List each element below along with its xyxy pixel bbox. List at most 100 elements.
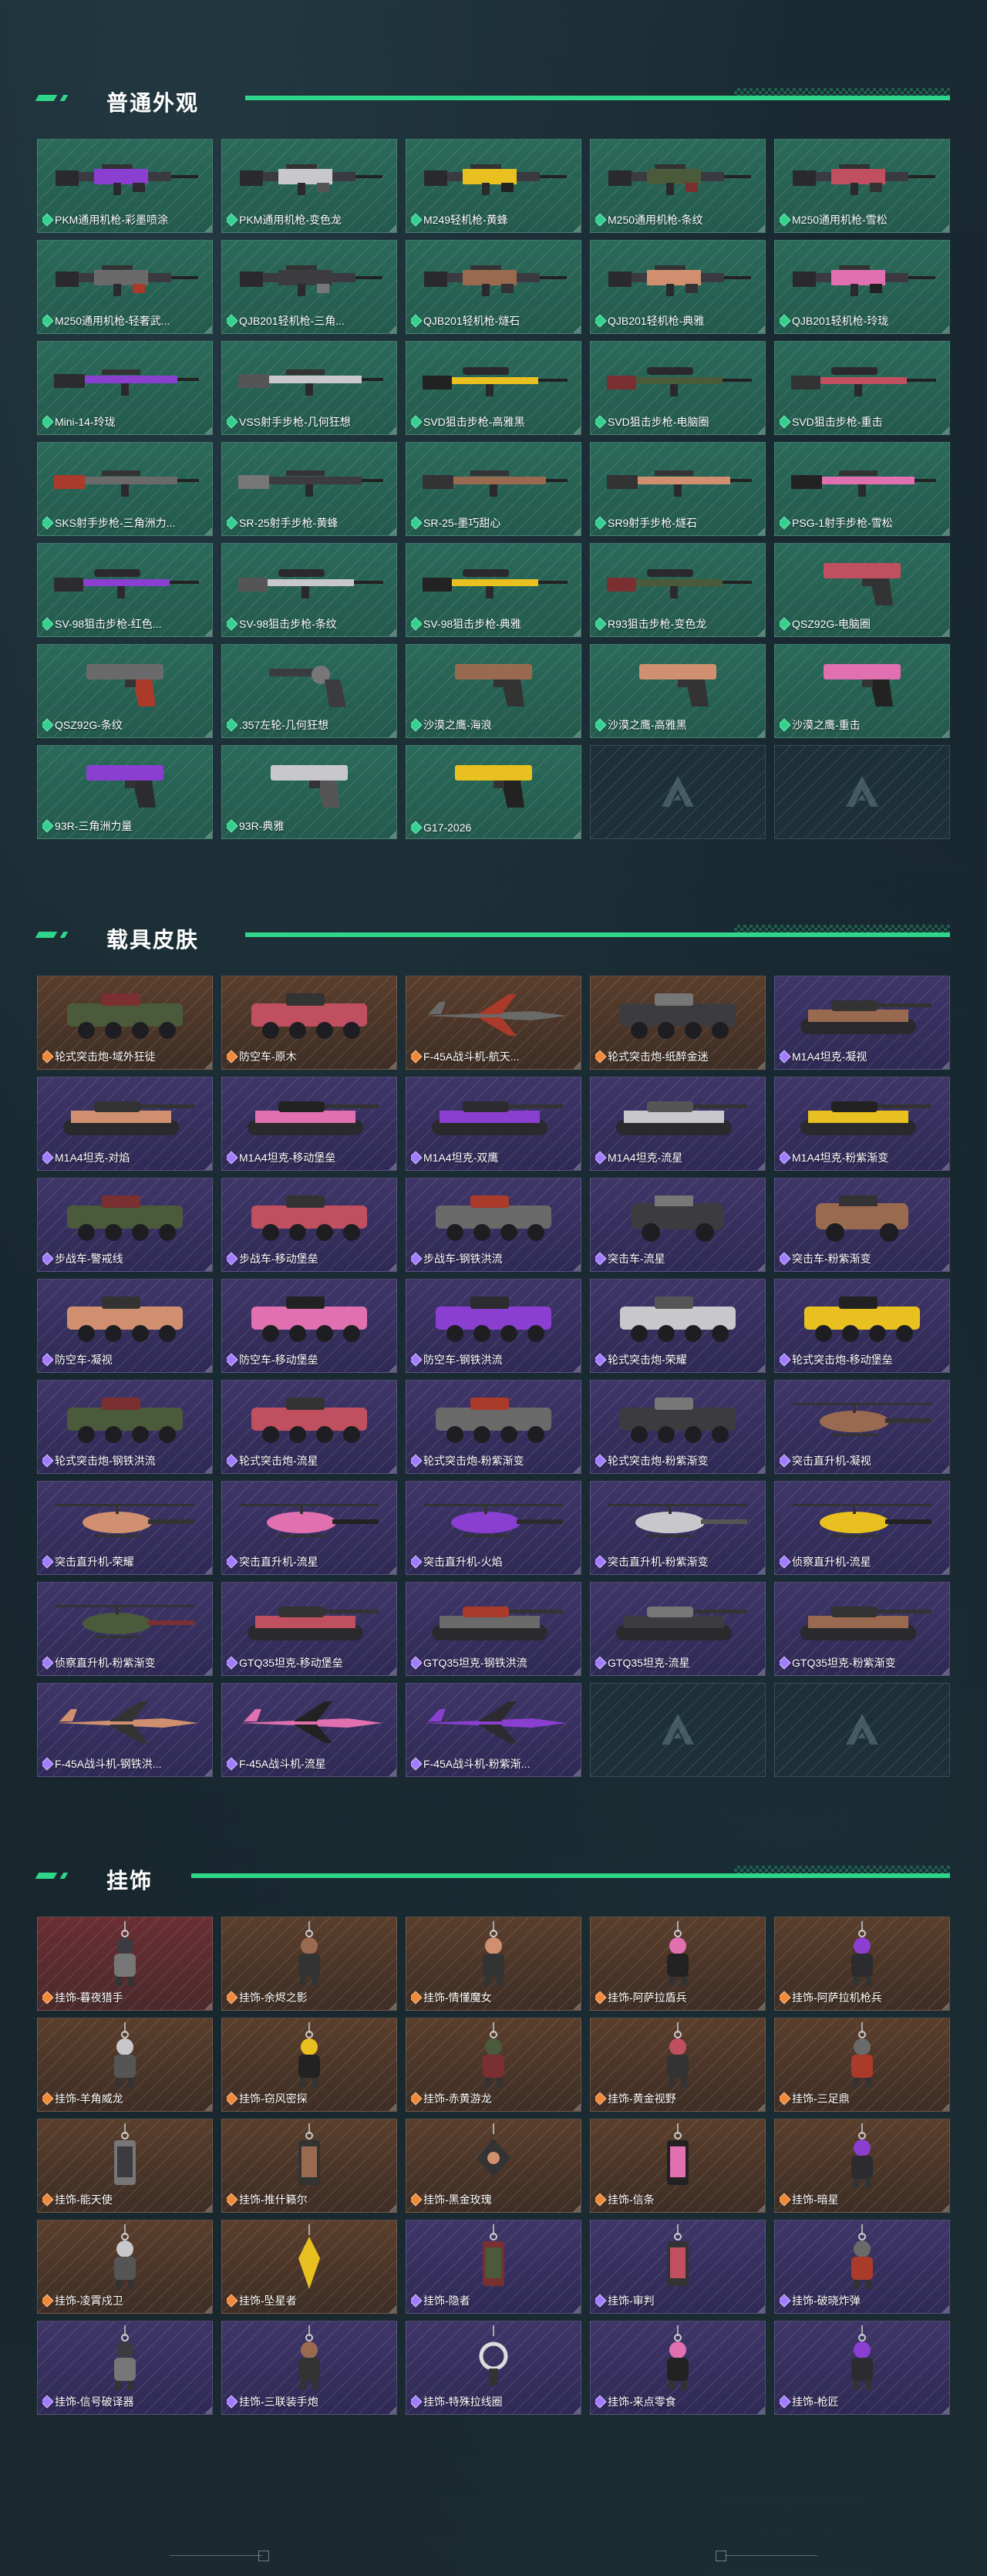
item-card[interactable]: F-45A战斗机-航天...: [406, 976, 581, 1070]
item-card[interactable]: 轮式突击炮-荣耀: [590, 1279, 766, 1373]
item-card[interactable]: 突击车-粉紫渐变: [774, 1178, 950, 1272]
item-card[interactable]: M250通用机枪-雪松: [774, 139, 950, 233]
item-card[interactable]: 挂饰-暮夜猎手: [37, 1917, 213, 2011]
item-card[interactable]: 挂饰-能天使: [37, 2119, 213, 2213]
item-card[interactable]: 防空车-移动堡垒: [221, 1279, 397, 1373]
item-card[interactable]: QJB201轻机枪-玲珑: [774, 240, 950, 334]
item-name: 轮式突击炮-荣耀: [608, 1354, 687, 1366]
item-card[interactable]: M249轻机枪-黄蜂: [406, 139, 581, 233]
item-card[interactable]: 轮式突击炮-钢铁洪流: [37, 1380, 213, 1474]
item-card[interactable]: SR-25射手步枪-黄蜂: [221, 442, 397, 536]
item-card[interactable]: SVD狙击步枪-高雅黑: [406, 341, 581, 435]
item-card[interactable]: 挂饰-三足鼎: [774, 2018, 950, 2112]
item-card[interactable]: 挂饰-信号破译器: [37, 2321, 213, 2415]
item-card[interactable]: 轮式突击炮-域外狂徒: [37, 976, 213, 1070]
item-card[interactable]: 挂饰-审判: [590, 2220, 766, 2314]
item-card[interactable]: 突击直升机-火焰: [406, 1481, 581, 1575]
item-card[interactable]: 沙漠之鹰-重击: [774, 644, 950, 738]
item-card[interactable]: 挂饰-信条: [590, 2119, 766, 2213]
item-card[interactable]: SV-98狙击步枪-典雅: [406, 543, 581, 637]
item-card[interactable]: M1A4坦克-移动堡垒: [221, 1077, 397, 1171]
item-card[interactable]: 轮式突击炮-移动堡垒: [774, 1279, 950, 1373]
item-card[interactable]: QSZ92G-电脑圈: [774, 543, 950, 637]
item-card[interactable]: .357左轮-几何狂想: [221, 644, 397, 738]
item-card[interactable]: 挂饰-阿萨拉机枪兵: [774, 1917, 950, 2011]
rarity-gem-icon: [595, 1454, 607, 1468]
item-card[interactable]: 挂饰-凌霄戍卫: [37, 2220, 213, 2314]
item-card[interactable]: 突击直升机-粉紫渐变: [590, 1481, 766, 1575]
item-card[interactable]: 突击车-流星: [590, 1178, 766, 1272]
item-card[interactable]: 挂饰-来点零食: [590, 2321, 766, 2415]
item-card[interactable]: QSZ92G-条纹: [37, 644, 213, 738]
item-card[interactable]: GTQ35坦克-钢铁洪流: [406, 1582, 581, 1676]
item-card[interactable]: GTQ35坦克-流星: [590, 1582, 766, 1676]
item-card[interactable]: 挂饰-推什籁尔: [221, 2119, 397, 2213]
item-card[interactable]: 挂饰-羊角威龙: [37, 2018, 213, 2112]
item-card[interactable]: SKS射手步枪-三角洲力...: [37, 442, 213, 536]
item-card[interactable]: F-45A战斗机-钢铁洪...: [37, 1683, 213, 1777]
item-card[interactable]: VSS射手步枪-几何狂想: [221, 341, 397, 435]
item-card[interactable]: 挂饰-坠星者: [221, 2220, 397, 2314]
item-card[interactable]: 挂饰-破晓炸弹: [774, 2220, 950, 2314]
item-card[interactable]: M250通用机枪-轻奢武...: [37, 240, 213, 334]
item-card[interactable]: 93R-三角洲力量: [37, 745, 213, 839]
item-card[interactable]: 挂饰-隐者: [406, 2220, 581, 2314]
item-card[interactable]: 沙漠之鹰-高雅黑: [590, 644, 766, 738]
item-card[interactable]: SVD狙击步枪-电脑圈: [590, 341, 766, 435]
item-card[interactable]: PSG-1射手步枪-雪松: [774, 442, 950, 536]
item-card[interactable]: GTQ35坦克-粉紫渐变: [774, 1582, 950, 1676]
item-card[interactable]: QJB201轻机枪-典雅: [590, 240, 766, 334]
item-card[interactable]: F-45A战斗机-流星: [221, 1683, 397, 1777]
item-card[interactable]: 侦察直升机-粉紫渐变: [37, 1582, 213, 1676]
item-card[interactable]: 突击直升机-流星: [221, 1481, 397, 1575]
item-card[interactable]: 挂饰-黄金视野: [590, 2018, 766, 2112]
item-card[interactable]: SV-98狙击步枪-条纹: [221, 543, 397, 637]
item-card[interactable]: 挂饰-特殊拉线圈: [406, 2321, 581, 2415]
item-card[interactable]: SVD狙击步枪-重击: [774, 341, 950, 435]
item-card[interactable]: 挂饰-阿萨拉盾兵: [590, 1917, 766, 2011]
item-label: 轮式突击炮-域外狂徒: [42, 1049, 207, 1064]
item-card[interactable]: 侦察直升机-流星: [774, 1481, 950, 1575]
item-card[interactable]: 防空车-凝视: [37, 1279, 213, 1373]
item-card[interactable]: 93R-典雅: [221, 745, 397, 839]
item-card[interactable]: M1A4坦克-凝视: [774, 976, 950, 1070]
item-card[interactable]: PKM通用机枪-彩墨喷涂: [37, 139, 213, 233]
item-card[interactable]: 步战车-警戒线: [37, 1178, 213, 1272]
item-card[interactable]: 突击直升机-凝视: [774, 1380, 950, 1474]
item-card[interactable]: 轮式突击炮-纸醉金迷: [590, 976, 766, 1070]
item-card[interactable]: 挂饰-黑金玫瑰: [406, 2119, 581, 2213]
card-corner-mark: [204, 2204, 212, 2212]
item-card[interactable]: SR9射手步枪-燧石: [590, 442, 766, 536]
item-card[interactable]: 挂饰-情懂魔女: [406, 1917, 581, 2011]
item-card[interactable]: SV-98狙击步枪-红色...: [37, 543, 213, 637]
item-card[interactable]: 轮式突击炮-粉紫渐变: [590, 1380, 766, 1474]
item-card[interactable]: M250通用机枪-条纹: [590, 139, 766, 233]
item-card[interactable]: M1A4坦克-对焰: [37, 1077, 213, 1171]
item-card[interactable]: 挂饰-暗星: [774, 2119, 950, 2213]
item-card[interactable]: 挂饰-赤黄游龙: [406, 2018, 581, 2112]
item-card[interactable]: F-45A战斗机-粉紫渐...: [406, 1683, 581, 1777]
item-card[interactable]: M1A4坦克-流星: [590, 1077, 766, 1171]
item-card[interactable]: 轮式突击炮-流星: [221, 1380, 397, 1474]
item-card[interactable]: 挂饰-窃风密探: [221, 2018, 397, 2112]
item-card[interactable]: QJB201轻机枪-三角...: [221, 240, 397, 334]
item-card[interactable]: 防空车-钢铁洪流: [406, 1279, 581, 1373]
item-card[interactable]: 沙漠之鹰-海浪: [406, 644, 581, 738]
item-card[interactable]: 步战车-移动堡垒: [221, 1178, 397, 1272]
item-card[interactable]: 轮式突击炮-粉紫渐变: [406, 1380, 581, 1474]
item-card[interactable]: 突击直升机-荣耀: [37, 1481, 213, 1575]
item-card[interactable]: QJB201轻机枪-燧石: [406, 240, 581, 334]
item-card[interactable]: 挂饰-三联装手炮: [221, 2321, 397, 2415]
item-card[interactable]: Mini-14-玲珑: [37, 341, 213, 435]
item-card[interactable]: PKM通用机枪-变色龙: [221, 139, 397, 233]
item-card[interactable]: SR-25-墨巧甜心: [406, 442, 581, 536]
item-card[interactable]: R93狙击步枪-变色龙: [590, 543, 766, 637]
item-card[interactable]: 防空车-原木: [221, 976, 397, 1070]
item-card[interactable]: M1A4坦克-粉紫渐变: [774, 1077, 950, 1171]
item-card[interactable]: 步战车-钢铁洪流: [406, 1178, 581, 1272]
item-card[interactable]: GTQ35坦克-移动堡垒: [221, 1582, 397, 1676]
item-card[interactable]: 挂饰-余烬之影: [221, 1917, 397, 2011]
item-card[interactable]: M1A4坦克-双鹰: [406, 1077, 581, 1171]
item-card[interactable]: 挂饰-枪匠: [774, 2321, 950, 2415]
item-card[interactable]: G17-2026: [406, 745, 581, 839]
